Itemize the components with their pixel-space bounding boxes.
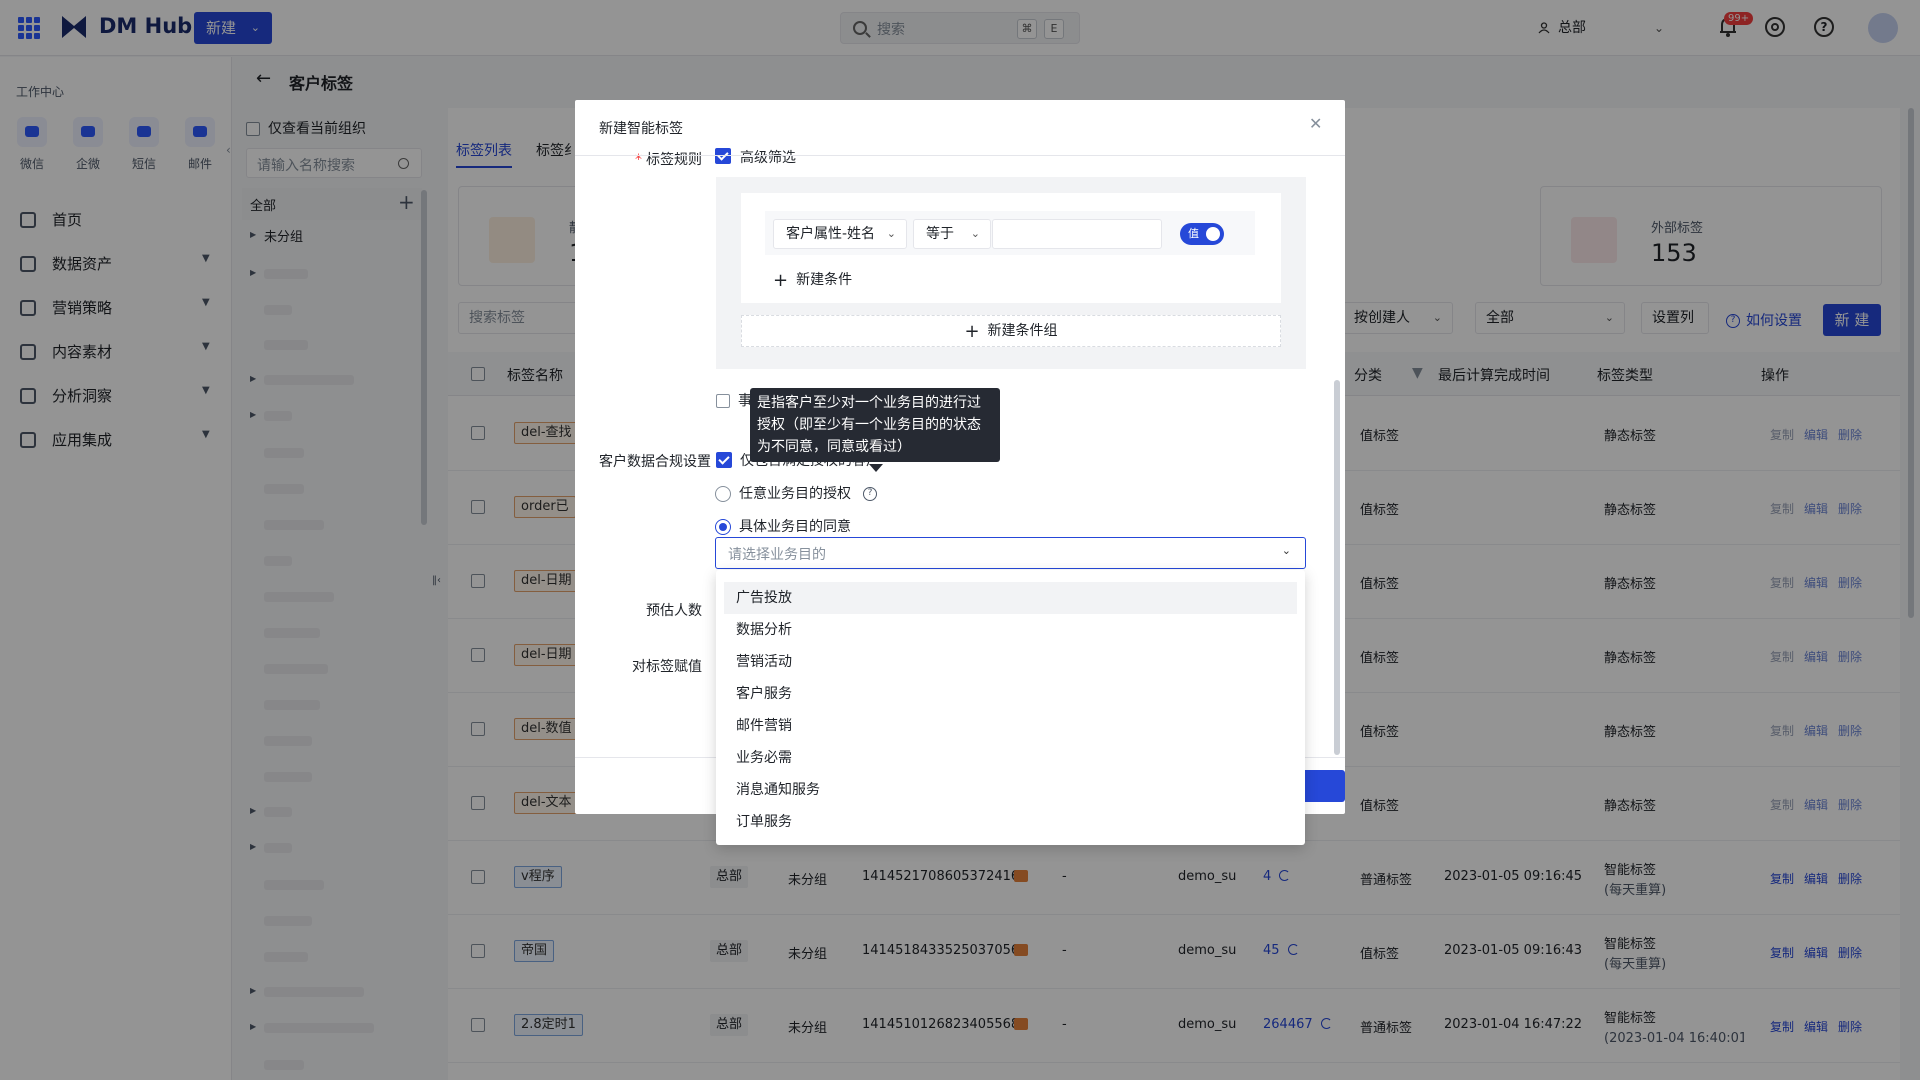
operator-select[interactable]: 等于 ⌄: [913, 219, 991, 249]
condition-group: 客户属性-姓名 ⌄ 等于 ⌄ 值 + 新建条件: [741, 193, 1281, 303]
modal-title: 新建智能标签: [599, 121, 683, 137]
add-condition-group-button[interactable]: + 新建条件组: [741, 315, 1281, 347]
add-condition-button[interactable]: + 新建条件: [773, 269, 852, 291]
radio-label: 具体业务目的同意: [739, 519, 851, 535]
chevron-down-icon: ⌄: [970, 227, 980, 240]
compliance-checkbox[interactable]: [716, 452, 732, 468]
dropdown-option[interactable]: 业务必需: [724, 742, 1297, 774]
assign-value-label: 对标签赋值: [632, 659, 702, 675]
button-label: 新建条件组: [987, 323, 1058, 339]
header-divider: [575, 155, 1345, 156]
button-label: 新建条件: [796, 272, 853, 288]
plus-icon: +: [773, 270, 789, 291]
toggle-label: 值: [1188, 227, 1199, 240]
radio-label: 任意业务目的授权: [739, 486, 851, 502]
condition-value-input[interactable]: [992, 219, 1162, 249]
confirm-button[interactable]: [1299, 770, 1345, 802]
checkbox[interactable]: [716, 394, 730, 408]
dropdown-option[interactable]: 营销活动: [724, 646, 1297, 678]
tooltip-arrow: [869, 464, 883, 472]
dropdown-option[interactable]: 数据分析: [724, 614, 1297, 646]
rule-box: 客户属性-姓名 ⌄ 等于 ⌄ 值 + 新建条件 + 新建条件组: [716, 177, 1306, 369]
estimate-label: 预估人数: [646, 603, 702, 619]
dropdown-option[interactable]: 广告投放: [724, 582, 1297, 614]
modal-scrollbar[interactable]: [1334, 380, 1340, 755]
dropdown-option[interactable]: 消息通知服务: [724, 774, 1297, 806]
help-icon[interactable]: ?: [863, 487, 877, 501]
dropdown-option[interactable]: 订单服务: [724, 806, 1297, 838]
select-placeholder: 请选择业务目的: [728, 547, 826, 563]
compliance-label: 客户数据合规设置: [599, 454, 711, 470]
business-purpose-dropdown: 广告投放 数据分析 营销活动 客户服务 邮件营销 业务必需 消息通知服务 订单服…: [716, 570, 1305, 845]
radio[interactable]: [715, 486, 731, 502]
help-tooltip: 是指客户至少对一个业务目的进行过授权（即至少有一个业务目的的状态为不同意，同意或…: [750, 388, 1000, 462]
chevron-down-icon: ⌄: [886, 227, 896, 240]
radio-specific-purpose[interactable]: 具体业务目的同意: [715, 516, 851, 536]
radio-any-purpose[interactable]: 任意业务目的授权?: [715, 483, 877, 503]
attribute-select[interactable]: 客户属性-姓名 ⌄: [773, 219, 907, 249]
close-icon[interactable]: ✕: [1309, 114, 1322, 133]
advanced-filter-checkbox[interactable]: [715, 148, 731, 164]
value-toggle[interactable]: 值: [1180, 223, 1224, 245]
dropdown-option[interactable]: 客户服务: [724, 678, 1297, 710]
select-value: 客户属性-姓名: [786, 226, 876, 242]
chevron-down-icon: ⌄: [1281, 544, 1291, 557]
business-purpose-select[interactable]: 请选择业务目的 ⌄: [715, 537, 1306, 569]
plus-icon: +: [964, 321, 980, 342]
rule-label: * 标签规则: [635, 149, 702, 169]
radio[interactable]: [715, 519, 731, 535]
dropdown-option[interactable]: 邮件营销: [724, 710, 1297, 742]
select-value: 等于: [926, 226, 954, 242]
condition-row: 客户属性-姓名 ⌄ 等于 ⌄ 值: [765, 211, 1255, 255]
advanced-filter-label: 高级筛选: [740, 150, 796, 166]
